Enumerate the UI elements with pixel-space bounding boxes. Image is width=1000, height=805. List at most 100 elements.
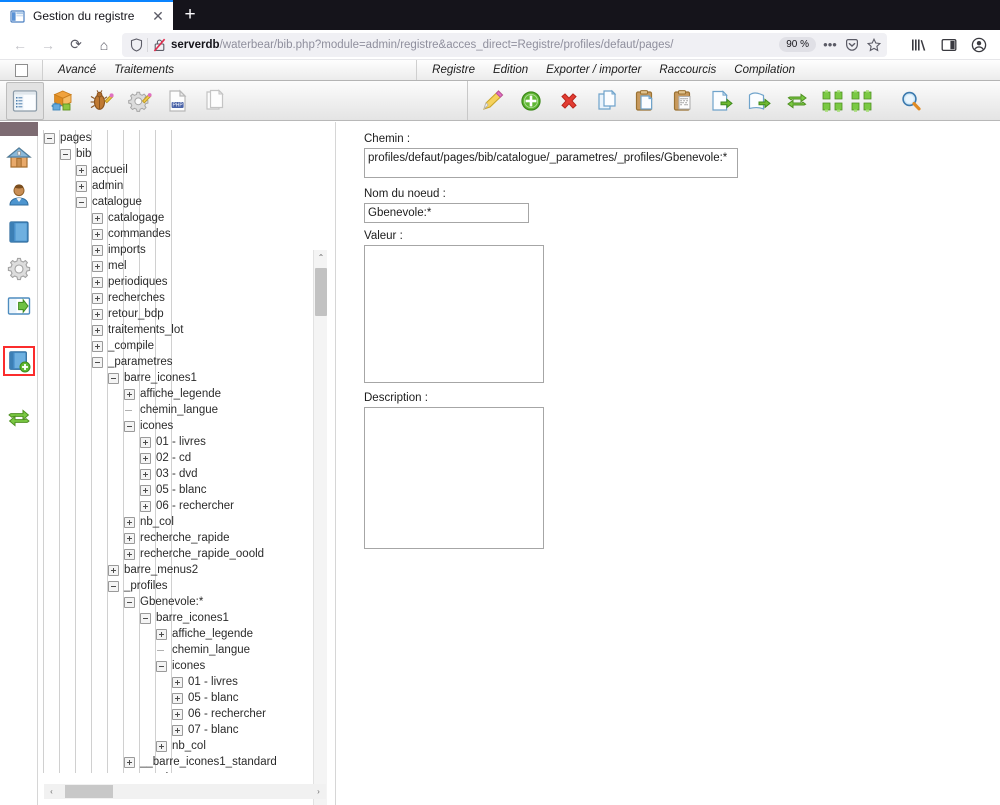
sync-green-icon[interactable] [4,403,34,433]
panel-open-icon[interactable] [4,291,34,321]
collapse-minus-icon[interactable] [124,596,135,608]
tracking-shield-icon[interactable] [126,35,146,55]
collapse-minus-icon[interactable] [156,660,167,672]
tree-node-label[interactable]: icones [172,659,205,673]
tree-node-label[interactable]: periodiques [108,275,167,289]
select-all-cell[interactable] [0,60,43,80]
browser-tab[interactable]: Gestion du registre ✕ [0,0,173,30]
tree-node[interactable]: periodiques [44,274,319,290]
library-icon[interactable] [904,32,934,58]
tree-node-label[interactable]: accueil [92,163,128,177]
modules-icon[interactable] [44,82,82,120]
tree-node[interactable]: nb_col [44,738,319,754]
scroll-up-icon[interactable]: ⌃ [314,250,328,264]
tree-node-label[interactable]: 07 - blanc [188,723,239,737]
registre-view-icon[interactable] [6,81,44,120]
add-green-plus-icon[interactable] [512,82,550,120]
menu-item-registre[interactable]: Registre [423,60,484,80]
home-icon[interactable]: ⌂ [90,32,118,58]
expand-plus-icon[interactable] [124,532,135,544]
tree-node[interactable]: 02 - cd [44,450,319,466]
tree-node-label[interactable]: _parametres [108,355,173,369]
tree-node-label[interactable]: icones [140,419,173,433]
tree-node[interactable]: admin [44,178,319,194]
edit-pencil-icon[interactable] [474,82,512,120]
tree-node-label[interactable]: nb_col [172,739,206,753]
tree-node-label[interactable]: traitements_lot [108,323,183,337]
menu-item-exporter-importer[interactable]: Exporter / importer [537,60,650,80]
expand-plus-icon[interactable] [124,756,135,768]
tree-node-label[interactable]: 01 - livres [188,675,238,689]
expand-plus-icon[interactable] [92,276,103,288]
expand-plus-icon[interactable] [156,740,167,752]
tree-node[interactable]: icones [44,658,319,674]
tree-node[interactable]: accueil [44,162,319,178]
tree-node-label[interactable]: Gbenevole:* [140,595,203,609]
menu-item-avance[interactable]: Avancé [49,60,105,80]
gear-grey-icon[interactable] [4,254,34,284]
expand-plus-icon[interactable] [124,388,135,400]
forward-icon[interactable]: → [34,32,62,58]
tree-node[interactable]: recherches [44,290,319,306]
tree-node[interactable]: barre_icones1 [44,370,319,386]
tree-node[interactable]: barre_icones1 [44,610,319,626]
copy-pages-icon[interactable] [196,82,234,120]
tree-node-label[interactable]: recherche_rapide_ooold [140,547,264,561]
export-file-icon[interactable] [702,82,740,120]
user-icon[interactable] [4,180,34,210]
tree-vertical-scrollbar[interactable]: ⌃ ⌄ [313,250,327,805]
tree-node-label[interactable]: barre_menus2 [124,563,198,577]
expand-plus-icon[interactable] [92,228,103,240]
tree-node[interactable]: recherche_rapide [44,530,319,546]
php-file-icon[interactable]: PHP [158,82,196,120]
expand-plus-icon[interactable] [92,212,103,224]
tree-horizontal-scrollbar[interactable]: ‹ › [44,784,326,799]
tree-node[interactable]: 01 - livres [44,674,319,690]
tree-node-label[interactable]: 03 - dvd [156,467,198,481]
tree-node[interactable]: nb_col [44,514,319,530]
tree-scroll-viewport[interactable]: pages bib accueil admin catalogue catalogage c… [38,130,319,773]
nom-du-noeud-input[interactable] [364,203,529,223]
back-icon[interactable]: ← [6,32,34,58]
tree-node-label[interactable]: chemin_langue [140,403,218,417]
tree-node[interactable]: 01 - livres [44,434,319,450]
tree-node-label[interactable]: barre_icones1 [156,611,229,625]
tree-node[interactable]: bib [44,146,319,162]
collapse-minus-icon[interactable] [92,356,103,368]
broken-lock-icon[interactable] [150,36,168,54]
expand-plus-icon[interactable] [92,340,103,352]
tree-node[interactable]: 05 - blanc [44,690,319,706]
expand-plus-icon[interactable] [92,308,103,320]
expand-plus-icon[interactable] [108,564,119,576]
tree-node[interactable]: icones [44,418,319,434]
collapse-minus-icon[interactable] [60,148,71,160]
expand-plus-icon[interactable] [140,468,151,480]
tree-node[interactable]: 06 - rechercher [44,498,319,514]
bookmark-star-icon[interactable] [863,34,885,56]
tree-node[interactable]: _profiles [44,578,319,594]
collapse-minus-icon[interactable] [124,420,135,432]
tree-node[interactable]: catalogue [44,194,319,210]
tree-node-label[interactable]: affiche_legende [172,627,253,641]
tree-node-label[interactable]: 05 - blanc [156,483,207,497]
tree-node[interactable]: chemin_langue [44,402,319,418]
expand-plus-icon[interactable] [140,436,151,448]
tree-node[interactable]: _compile [44,338,319,354]
tree-node-label[interactable]: catalogue [92,195,142,209]
hscroll-track[interactable] [59,784,311,799]
book-add-icon[interactable] [2,346,35,376]
hscroll-right-icon[interactable]: › [311,784,326,799]
expand-plus-icon[interactable] [156,628,167,640]
tree-node[interactable]: mel [44,258,319,274]
hscroll-left-icon[interactable]: ‹ [44,784,59,799]
tree-node[interactable]: 06 - rechercher [44,706,319,722]
tree-node-label[interactable]: 05 - blanc [188,691,239,705]
search-magnifier-icon[interactable] [892,82,930,120]
tree-node[interactable]: _parametres [44,354,319,370]
menu-item-compilation[interactable]: Compilation [725,60,804,80]
copy-icon[interactable] [588,82,626,120]
tree-node-label[interactable]: commandes [108,227,171,241]
tree-node-label[interactable]: retour_bdp [108,307,164,321]
tree-node[interactable]: affiche_legende [44,626,319,642]
tree-node-label[interactable]: 06 - rechercher [156,499,234,513]
